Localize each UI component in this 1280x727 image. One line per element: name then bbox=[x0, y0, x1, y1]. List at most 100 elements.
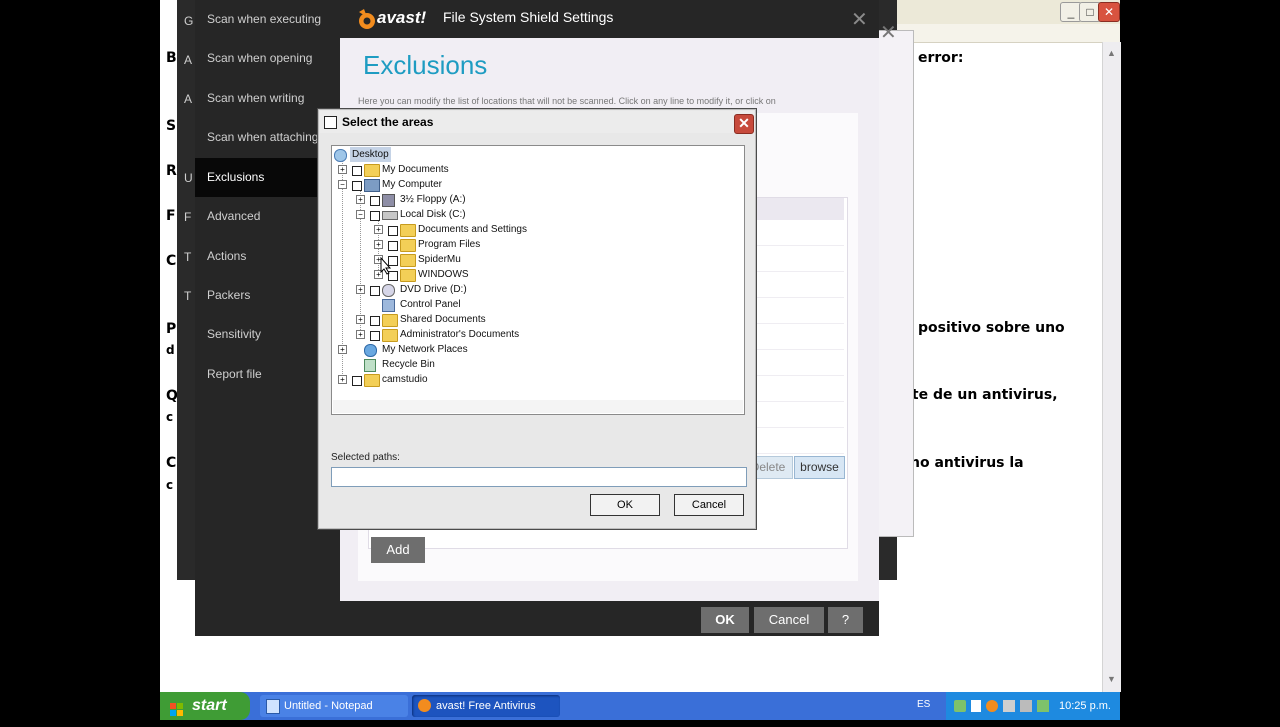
scroll-up-icon[interactable]: ▲ bbox=[1107, 48, 1116, 58]
help-button[interactable]: ? bbox=[828, 607, 863, 633]
system-tray: 10:25 p.m. bbox=[946, 692, 1120, 720]
close-button[interactable]: ✕ bbox=[1098, 2, 1120, 22]
avast-logo: avast! bbox=[355, 6, 435, 34]
tree-node-documents-and-settings[interactable]: + Documents and Settings bbox=[332, 222, 732, 237]
dialog-close-button[interactable]: ✕ bbox=[734, 114, 754, 134]
expand-icon[interactable]: + bbox=[338, 165, 347, 174]
tree-node-recycle-bin[interactable]: Recycle Bin bbox=[332, 357, 732, 372]
tree-node-label: 3½ Floppy (A:) bbox=[400, 194, 466, 205]
start-button[interactable]: start bbox=[160, 692, 250, 720]
nav-item-scan-when-executing[interactable]: Scan when executing bbox=[195, 0, 339, 39]
tree-node-label: camstudio bbox=[382, 374, 428, 385]
tree-node-desktop[interactable]: Desktop bbox=[332, 147, 732, 162]
tree-node-windows[interactable]: + WINDOWS bbox=[332, 267, 732, 282]
tray-app-icon[interactable] bbox=[954, 700, 966, 712]
expand-icon[interactable]: + bbox=[338, 375, 347, 384]
add-button[interactable]: Add bbox=[371, 537, 425, 563]
tray-volume-icon[interactable] bbox=[1020, 700, 1032, 712]
bg-snippet: C bbox=[166, 253, 177, 269]
tree-node-label: Documents and Settings bbox=[418, 224, 527, 235]
expand-icon[interactable]: + bbox=[356, 195, 365, 204]
tree-node-program-files[interactable]: + Program Files bbox=[332, 237, 732, 252]
tree-checkbox[interactable] bbox=[388, 226, 398, 236]
tree-node-my-network-places[interactable]: + My Network Places bbox=[332, 342, 732, 357]
expand-icon[interactable]: + bbox=[356, 285, 365, 294]
page-title: Exclusions bbox=[363, 50, 488, 80]
tree-checkbox[interactable] bbox=[370, 331, 380, 341]
bg-text-fragment: positivo sobre uno bbox=[918, 320, 1065, 336]
vertical-scrollbar[interactable]: ▲ ▼ bbox=[1102, 42, 1121, 692]
folder-tree[interactable]: Desktop + My Documents − My Computer + 3… bbox=[331, 145, 745, 415]
close-icon[interactable]: ✕ bbox=[851, 7, 868, 32]
tree-node-local-disk[interactable]: − Local Disk (C:) bbox=[332, 207, 732, 222]
tray-network-icon[interactable] bbox=[1003, 700, 1015, 712]
tree-checkbox[interactable] bbox=[370, 316, 380, 326]
tray-security-icon[interactable] bbox=[1037, 700, 1049, 712]
tree-horizontal-scrollbar[interactable] bbox=[333, 400, 743, 413]
tree-node-label: Local Disk (C:) bbox=[400, 209, 466, 220]
dialog-ok-button[interactable]: OK bbox=[590, 494, 660, 516]
tree-node-shared-documents[interactable]: + Shared Documents bbox=[332, 312, 732, 327]
bg-snippet: C bbox=[166, 455, 177, 471]
notepad-icon bbox=[266, 699, 280, 714]
tree-node-administrators-documents[interactable]: + Administrator's Documents bbox=[332, 327, 732, 342]
nav-letter: A bbox=[184, 53, 193, 67]
avast-footer: OK Cancel ? bbox=[195, 601, 879, 636]
bg-text-fragment: error: bbox=[918, 50, 964, 66]
avast-icon bbox=[418, 699, 431, 712]
collapse-icon[interactable]: − bbox=[338, 180, 347, 189]
folder-icon bbox=[400, 239, 416, 252]
floppy-icon bbox=[382, 194, 395, 207]
tree-node-control-panel[interactable]: Control Panel bbox=[332, 297, 732, 312]
tree-node-floppy[interactable]: + 3½ Floppy (A:) bbox=[332, 192, 732, 207]
desktop-icon bbox=[334, 149, 347, 162]
tree-node-spidermu[interactable]: + SpiderMu bbox=[332, 252, 732, 267]
taskbar-item-notepad[interactable]: Untitled - Notepad bbox=[260, 695, 408, 717]
bg-snippet: S bbox=[166, 118, 177, 134]
start-label: start bbox=[192, 697, 227, 714]
dialog-title: Select the areas bbox=[342, 115, 434, 129]
tree-checkbox[interactable] bbox=[388, 241, 398, 251]
tree-checkbox[interactable] bbox=[370, 286, 380, 296]
browse-button[interactable]: browse bbox=[794, 456, 845, 479]
bg-text-fragment: ho antivirus la bbox=[910, 455, 1024, 471]
nav-letter: A bbox=[184, 92, 193, 106]
scroll-down-icon[interactable]: ▼ bbox=[1107, 674, 1116, 684]
tree-node-label: My Computer bbox=[382, 179, 443, 190]
tree-checkbox[interactable] bbox=[370, 196, 380, 206]
tree-checkbox[interactable] bbox=[352, 166, 362, 176]
dialog-cancel-button[interactable]: Cancel bbox=[674, 494, 744, 516]
selected-paths-label: Selected paths: bbox=[331, 452, 400, 463]
taskbar-item-label: Untitled - Notepad bbox=[284, 700, 373, 712]
tray-document-icon[interactable] bbox=[971, 700, 981, 712]
expand-icon[interactable]: + bbox=[356, 330, 365, 339]
tree-node-label: Program Files bbox=[418, 239, 481, 250]
collapse-icon[interactable]: − bbox=[356, 210, 365, 219]
tree-checkbox[interactable] bbox=[352, 181, 362, 191]
expand-icon[interactable]: + bbox=[374, 240, 383, 249]
dvd-drive-icon bbox=[382, 284, 395, 297]
tray-avast-icon[interactable] bbox=[986, 700, 998, 712]
cancel-button[interactable]: Cancel bbox=[754, 607, 824, 633]
tree-node-dvd-drive[interactable]: + DVD Drive (D:) bbox=[332, 282, 732, 297]
tree-node-my-computer[interactable]: − My Computer bbox=[332, 177, 732, 192]
expand-icon[interactable]: + bbox=[338, 345, 347, 354]
language-indicator[interactable]: ES bbox=[917, 699, 930, 710]
tree-checkbox[interactable] bbox=[352, 376, 362, 386]
taskbar: start Untitled - Notepad avast! Free Ant… bbox=[160, 692, 1120, 720]
taskbar-item-avast[interactable]: avast! Free Antivirus bbox=[412, 695, 560, 717]
expand-icon[interactable]: + bbox=[356, 315, 365, 324]
nav-item-scan-when-opening[interactable]: Scan when opening bbox=[195, 39, 339, 78]
tree-checkbox[interactable] bbox=[370, 211, 380, 221]
bg-snippet: F bbox=[166, 208, 176, 224]
folder-icon bbox=[364, 374, 380, 387]
ok-button[interactable]: OK bbox=[701, 607, 749, 633]
selected-paths-input[interactable] bbox=[331, 467, 747, 487]
folder-icon bbox=[400, 254, 416, 267]
close-icon[interactable]: ✕ bbox=[880, 20, 897, 45]
clock[interactable]: 10:25 p.m. bbox=[1059, 700, 1111, 712]
my-computer-icon bbox=[364, 179, 380, 192]
tree-node-my-documents[interactable]: + My Documents bbox=[332, 162, 732, 177]
expand-icon[interactable]: + bbox=[374, 225, 383, 234]
tree-node-camstudio[interactable]: + camstudio bbox=[332, 372, 732, 387]
